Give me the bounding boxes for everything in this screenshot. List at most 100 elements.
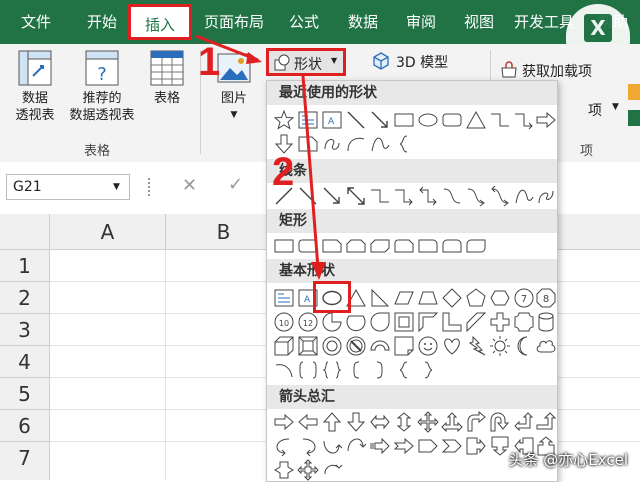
left-up-arrow-icon[interactable] bbox=[513, 411, 535, 433]
parallelogram-shape-icon[interactable] bbox=[393, 287, 415, 309]
bent-arrow-icon[interactable] bbox=[465, 411, 487, 433]
elbow-double-arrow-icon[interactable] bbox=[417, 185, 439, 207]
curved-down-arrow-icon[interactable] bbox=[345, 435, 367, 457]
line-shape-icon[interactable] bbox=[297, 185, 319, 207]
dodecagon-shape-icon[interactable]: 12 bbox=[297, 311, 319, 333]
arc-shape-icon[interactable] bbox=[273, 359, 295, 381]
elbow-arrow-connector-icon[interactable] bbox=[393, 185, 415, 207]
right-bracket-shape-icon[interactable] bbox=[369, 359, 391, 381]
circular-arrow-icon[interactable] bbox=[321, 459, 343, 481]
half-frame-shape-icon[interactable] bbox=[417, 311, 439, 333]
pivot-table-button[interactable]: 数据 透视表 bbox=[6, 50, 64, 124]
chord-shape-icon[interactable] bbox=[345, 311, 367, 333]
no-symbol-shape-icon[interactable] bbox=[345, 335, 367, 357]
left-right-arrow-callout-icon[interactable] bbox=[273, 459, 295, 481]
tab-review[interactable]: 审阅 bbox=[394, 0, 448, 44]
snip-rectangle-icon[interactable] bbox=[297, 133, 319, 155]
tab-home[interactable]: 开始 bbox=[70, 0, 134, 44]
bent-up-arrow-icon[interactable] bbox=[535, 411, 557, 433]
left-bracket-shape-icon[interactable] bbox=[345, 359, 367, 381]
chevron-shape-icon[interactable] bbox=[441, 435, 463, 457]
tab-insert[interactable]: 插入 bbox=[128, 4, 192, 40]
trapezoid-shape-icon[interactable] bbox=[417, 287, 439, 309]
enter-icon[interactable]: ✓ bbox=[228, 174, 243, 195]
quad-arrow-icon[interactable] bbox=[417, 411, 439, 433]
folded-corner-shape-icon[interactable] bbox=[393, 335, 415, 357]
name-box[interactable]: G21 ▼ bbox=[6, 174, 130, 200]
left-right-arrow-icon[interactable] bbox=[369, 411, 391, 433]
left-arrow-shape-icon[interactable] bbox=[297, 411, 319, 433]
pentagon-arrow-icon[interactable] bbox=[417, 435, 439, 457]
star-shape-icon[interactable] bbox=[273, 109, 295, 131]
diamond-shape-icon[interactable] bbox=[441, 287, 463, 309]
round-diagonal-rect-icon[interactable] bbox=[465, 235, 487, 257]
oval-shape-icon[interactable] bbox=[417, 109, 439, 131]
table-button[interactable]: 表格 bbox=[142, 50, 192, 107]
curve-shape-icon[interactable] bbox=[369, 133, 391, 155]
text-box-shape-icon[interactable] bbox=[273, 287, 295, 309]
cloud-shape-icon[interactable] bbox=[535, 335, 557, 357]
bing-icon[interactable] bbox=[628, 84, 640, 100]
3d-model-button[interactable]: 3D 模型 bbox=[372, 50, 456, 74]
freeform-scribble-icon[interactable] bbox=[321, 133, 343, 155]
curved-arrow-connector-icon[interactable] bbox=[465, 185, 487, 207]
elbow-connector-icon[interactable] bbox=[489, 109, 511, 131]
right-brace-shape-icon[interactable] bbox=[417, 359, 439, 381]
snip-round-rect-icon[interactable] bbox=[393, 235, 415, 257]
rectangle-shape-icon[interactable] bbox=[393, 109, 415, 131]
left-right-up-arrow-icon[interactable] bbox=[441, 411, 463, 433]
pentagon-shape-icon[interactable] bbox=[465, 287, 487, 309]
notched-right-arrow-icon[interactable] bbox=[393, 435, 415, 457]
can-shape-icon[interactable] bbox=[535, 311, 557, 333]
lightning-bolt-shape-icon[interactable] bbox=[465, 335, 487, 357]
cross-shape-icon[interactable] bbox=[489, 311, 511, 333]
snip-diagonal-rect-icon[interactable] bbox=[369, 235, 391, 257]
decagon-shape-icon[interactable]: 10 bbox=[273, 311, 295, 333]
left-brace-shape-icon[interactable] bbox=[393, 133, 415, 155]
cancel-icon[interactable]: ✕ bbox=[182, 175, 197, 196]
vertical-text-box-icon[interactable]: A bbox=[321, 109, 343, 131]
teardrop-shape-icon[interactable] bbox=[369, 311, 391, 333]
arrow-line-shape-icon[interactable] bbox=[321, 185, 343, 207]
text-box-shape-icon[interactable] bbox=[297, 109, 319, 131]
rounded-rectangle-shape-icon[interactable] bbox=[441, 109, 463, 131]
block-arc-shape-icon[interactable] bbox=[369, 335, 391, 357]
l-shape-icon[interactable] bbox=[441, 311, 463, 333]
double-brace-shape-icon[interactable] bbox=[321, 359, 343, 381]
double-arrow-line-icon[interactable] bbox=[345, 185, 367, 207]
down-arrow-shape-icon[interactable] bbox=[345, 411, 367, 433]
row-header[interactable]: 6 bbox=[0, 410, 50, 442]
elbow-connector-icon[interactable] bbox=[369, 185, 391, 207]
tab-data[interactable]: 数据 bbox=[336, 0, 390, 44]
u-turn-arrow-icon[interactable] bbox=[489, 411, 511, 433]
rectangle-shape-icon[interactable] bbox=[273, 235, 295, 257]
hexagon-shape-icon[interactable] bbox=[489, 287, 511, 309]
tab-file[interactable]: 文件 bbox=[4, 0, 68, 44]
curved-double-arrow-icon[interactable] bbox=[489, 185, 511, 207]
row-header[interactable]: 5 bbox=[0, 378, 50, 410]
row-header[interactable]: 4 bbox=[0, 346, 50, 378]
elbow-arrow-connector-icon[interactable] bbox=[513, 109, 535, 131]
up-down-arrow-icon[interactable] bbox=[393, 411, 415, 433]
right-arrow-callout-icon[interactable] bbox=[465, 435, 487, 457]
addins-dropdown-icon[interactable]: ▼ bbox=[612, 102, 619, 112]
round-same-side-rect-icon[interactable] bbox=[441, 235, 463, 257]
row-header[interactable]: 1 bbox=[0, 250, 50, 282]
pie-shape-icon[interactable] bbox=[321, 311, 343, 333]
heptagon-shape-icon[interactable]: 7 bbox=[513, 287, 535, 309]
diagonal-stripe-shape-icon[interactable] bbox=[465, 311, 487, 333]
striped-right-arrow-icon[interactable] bbox=[369, 435, 391, 457]
line-shape-icon[interactable] bbox=[345, 109, 367, 131]
row-header[interactable]: 2 bbox=[0, 282, 50, 314]
rounded-rectangle-shape-icon[interactable] bbox=[297, 235, 319, 257]
name-box-dropdown-icon[interactable]: ▼ bbox=[113, 182, 120, 192]
round-single-corner-rect-icon[interactable] bbox=[417, 235, 439, 257]
double-bracket-shape-icon[interactable] bbox=[297, 359, 319, 381]
select-all-corner[interactable] bbox=[0, 214, 50, 250]
snip-single-corner-rect-icon[interactable] bbox=[321, 235, 343, 257]
heart-shape-icon[interactable] bbox=[441, 335, 463, 357]
right-arrow-shape-icon[interactable] bbox=[535, 109, 557, 131]
column-header[interactable]: B bbox=[166, 214, 282, 250]
moon-shape-icon[interactable] bbox=[513, 335, 535, 357]
shapes-button[interactable]: 形状 ▼ bbox=[266, 48, 346, 76]
